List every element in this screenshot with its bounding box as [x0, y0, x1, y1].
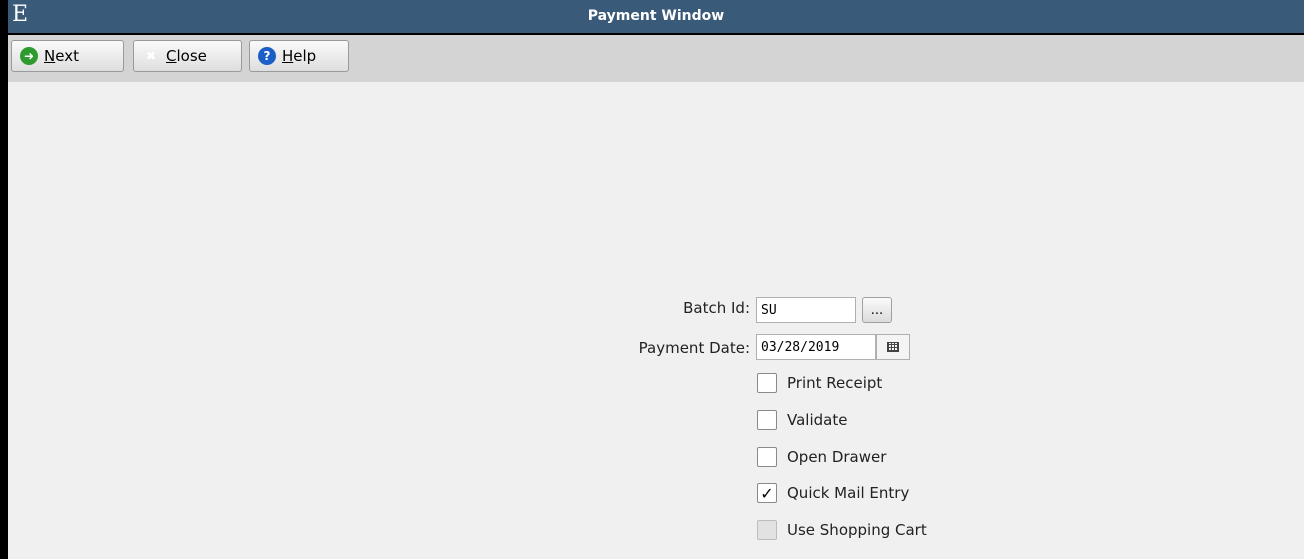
checkbox-validate[interactable]: Validate: [757, 407, 847, 433]
question-icon: ?: [258, 47, 276, 65]
next-button[interactable]: ➜ Next: [11, 40, 124, 72]
batch-lookup-button[interactable]: ...: [862, 297, 892, 323]
checkbox-label: Open Drawer: [787, 448, 887, 466]
checkbox-label: Print Receipt: [787, 374, 883, 392]
close-button-label: Close: [166, 47, 207, 65]
payment-date-input[interactable]: [756, 334, 876, 360]
help-button-label: Help: [282, 47, 317, 65]
next-button-label: Next: [44, 47, 79, 65]
checkbox-print-receipt[interactable]: Print Receipt: [757, 370, 882, 396]
calendar-icon: [887, 342, 899, 352]
window-title: Payment Window: [587, 8, 725, 24]
batch-id-input[interactable]: [756, 297, 856, 323]
toolbar: ➜ Next ✖ Close ? Help: [8, 35, 1304, 82]
help-button[interactable]: ? Help: [249, 40, 349, 72]
close-x-icon: ✖: [145, 49, 157, 63]
close-button[interactable]: ✖ Close: [133, 40, 242, 72]
payment-date-label: Payment Date:: [638, 339, 750, 357]
checkbox-open-drawer[interactable]: Open Drawer: [757, 444, 886, 470]
checkbox-box[interactable]: [757, 447, 777, 467]
checkbox-label: Quick Mail Entry: [787, 484, 910, 502]
checkbox-box[interactable]: [757, 373, 777, 393]
checkbox-label: Use Shopping Cart: [787, 521, 927, 539]
window-left-border: [0, 0, 8, 559]
checkbox-label: Validate: [787, 411, 848, 429]
checkbox-quick-mail-entry[interactable]: ✓ Quick Mail Entry: [757, 480, 909, 506]
batch-id-label: Batch Id:: [683, 299, 750, 317]
checkbox-use-shopping-cart: Use Shopping Cart: [757, 517, 927, 543]
date-picker-button[interactable]: [876, 334, 910, 360]
checkbox-box[interactable]: [757, 410, 777, 430]
checkbox-box: [757, 520, 777, 540]
checkbox-box[interactable]: ✓: [757, 483, 777, 503]
title-bar: E Payment Window: [8, 0, 1304, 33]
arrow-right-icon: ➜: [20, 47, 38, 65]
